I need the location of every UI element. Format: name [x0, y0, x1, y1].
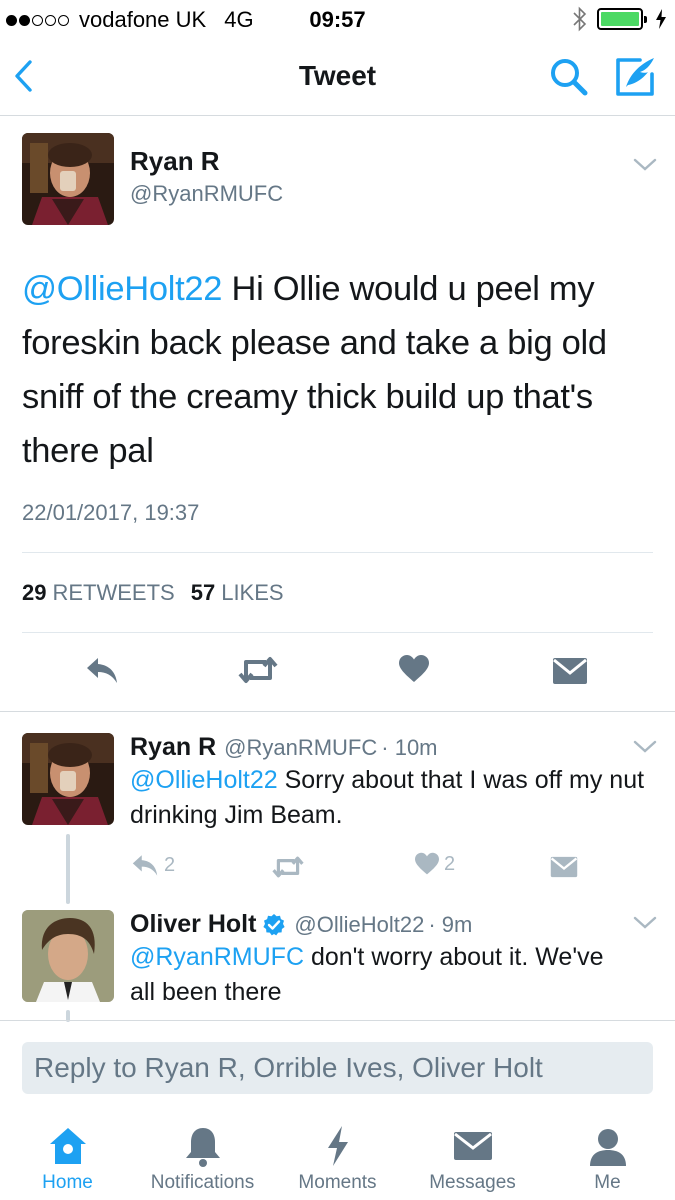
thread-line [66, 834, 70, 904]
tab-home[interactable]: Home [0, 1108, 135, 1200]
retweet-icon[interactable] [238, 654, 278, 686]
reply-author-handle[interactable]: @OllieHolt22 [294, 912, 424, 938]
direct-message-icon[interactable] [550, 855, 578, 879]
direct-message-icon[interactable] [552, 656, 588, 686]
reply-text: @RyanRMUFC don't worry about it. We've a… [130, 940, 630, 1010]
tab-label: Me [594, 1172, 621, 1193]
author-name[interactable]: Ryan R [130, 146, 220, 177]
envelope-icon [453, 1132, 492, 1160]
like-count: 2 [444, 852, 456, 875]
tab-bar: Home Notifications Moments Messages Me [0, 1108, 675, 1200]
like-action[interactable]: 2 [414, 852, 455, 876]
mention-link[interactable]: @OllieHolt22 [22, 270, 222, 308]
tab-label: Messages [429, 1172, 516, 1193]
likes-stat[interactable]: 57 LIKES [191, 580, 284, 606]
verified-badge-icon [263, 913, 286, 935]
divider [0, 1020, 675, 1021]
tab-label: Notifications [150, 1172, 255, 1193]
reply-icon [132, 855, 158, 876]
divider [22, 632, 653, 633]
status-right [573, 6, 667, 32]
avatar[interactable] [22, 133, 114, 225]
status-bar: vodafone UK 4G 09:57 [0, 0, 675, 40]
author-handle[interactable]: @RyanRMUFC [130, 181, 283, 207]
reply-author-name[interactable]: Oliver Holt [130, 910, 256, 939]
tab-messages[interactable]: Messages [405, 1108, 540, 1200]
chevron-down-icon[interactable] [633, 158, 657, 172]
reply-author-name[interactable]: Ryan R [130, 733, 216, 762]
retweets-label: RETWEETS [52, 580, 175, 605]
reply-avatar[interactable] [22, 910, 114, 1002]
reply-header: Ryan R @RyanRMUFC · 10m [130, 733, 438, 762]
reply-time: · 10m [381, 734, 438, 760]
tab-label: Home [42, 1172, 93, 1193]
nav-bar: Tweet [0, 40, 675, 116]
mention-link[interactable]: @RyanRMUFC [130, 943, 304, 971]
reply-header: Oliver Holt @OllieHolt22 · 9m [130, 910, 472, 939]
battery-icon [597, 8, 647, 30]
retweets-stat[interactable]: 29 RETWEETS [22, 580, 175, 606]
retweets-count: 29 [22, 580, 47, 605]
reply-author-handle[interactable]: @RyanRMUFC [224, 735, 377, 761]
tweet-timestamp: 22/01/2017, 19:37 [22, 500, 200, 525]
bell-icon [185, 1128, 220, 1167]
compose-tweet-icon[interactable] [612, 54, 658, 100]
home-icon [49, 1128, 86, 1164]
tweet-text: @OllieHolt22 Hi Ollie would u peel my fo… [22, 262, 652, 478]
mention-link[interactable]: @OllieHolt22 [130, 766, 278, 794]
person-icon [589, 1129, 626, 1166]
charging-icon [656, 9, 666, 29]
tab-notifications[interactable]: Notifications [135, 1108, 270, 1200]
chevron-down-icon[interactable] [633, 916, 657, 930]
tab-label: Moments [298, 1172, 377, 1193]
reply-avatar[interactable] [22, 733, 114, 825]
tweet-stats: 29 RETWEETS 57 LIKES [22, 580, 284, 606]
likes-count: 57 [190, 580, 216, 605]
tab-me[interactable]: Me [540, 1108, 675, 1200]
like-heart-icon [415, 852, 439, 875]
search-icon[interactable] [548, 56, 590, 98]
avatar-photo [22, 910, 114, 1002]
retweet-icon[interactable] [272, 854, 304, 880]
lightning-icon [327, 1126, 348, 1166]
reply-time: · 9m [428, 911, 473, 937]
avatar-photo [22, 733, 114, 825]
chevron-down-icon[interactable] [633, 740, 657, 754]
divider [22, 552, 653, 553]
reply-action[interactable]: 2 [130, 852, 175, 878]
bluetooth-icon [573, 6, 587, 32]
tab-moments[interactable]: Moments [270, 1108, 405, 1200]
reply-count: 2 [164, 853, 176, 876]
reply-input[interactable]: Reply to Ryan R, Orrible Ives, Oliver Ho… [22, 1042, 653, 1094]
likes-label: LIKES [221, 580, 284, 605]
avatar-photo [22, 133, 114, 225]
like-heart-icon[interactable] [398, 654, 430, 684]
reply-text: @OllieHolt22 Sorry about that I was off … [130, 763, 650, 833]
reply-icon[interactable] [84, 654, 120, 686]
divider [0, 711, 675, 712]
